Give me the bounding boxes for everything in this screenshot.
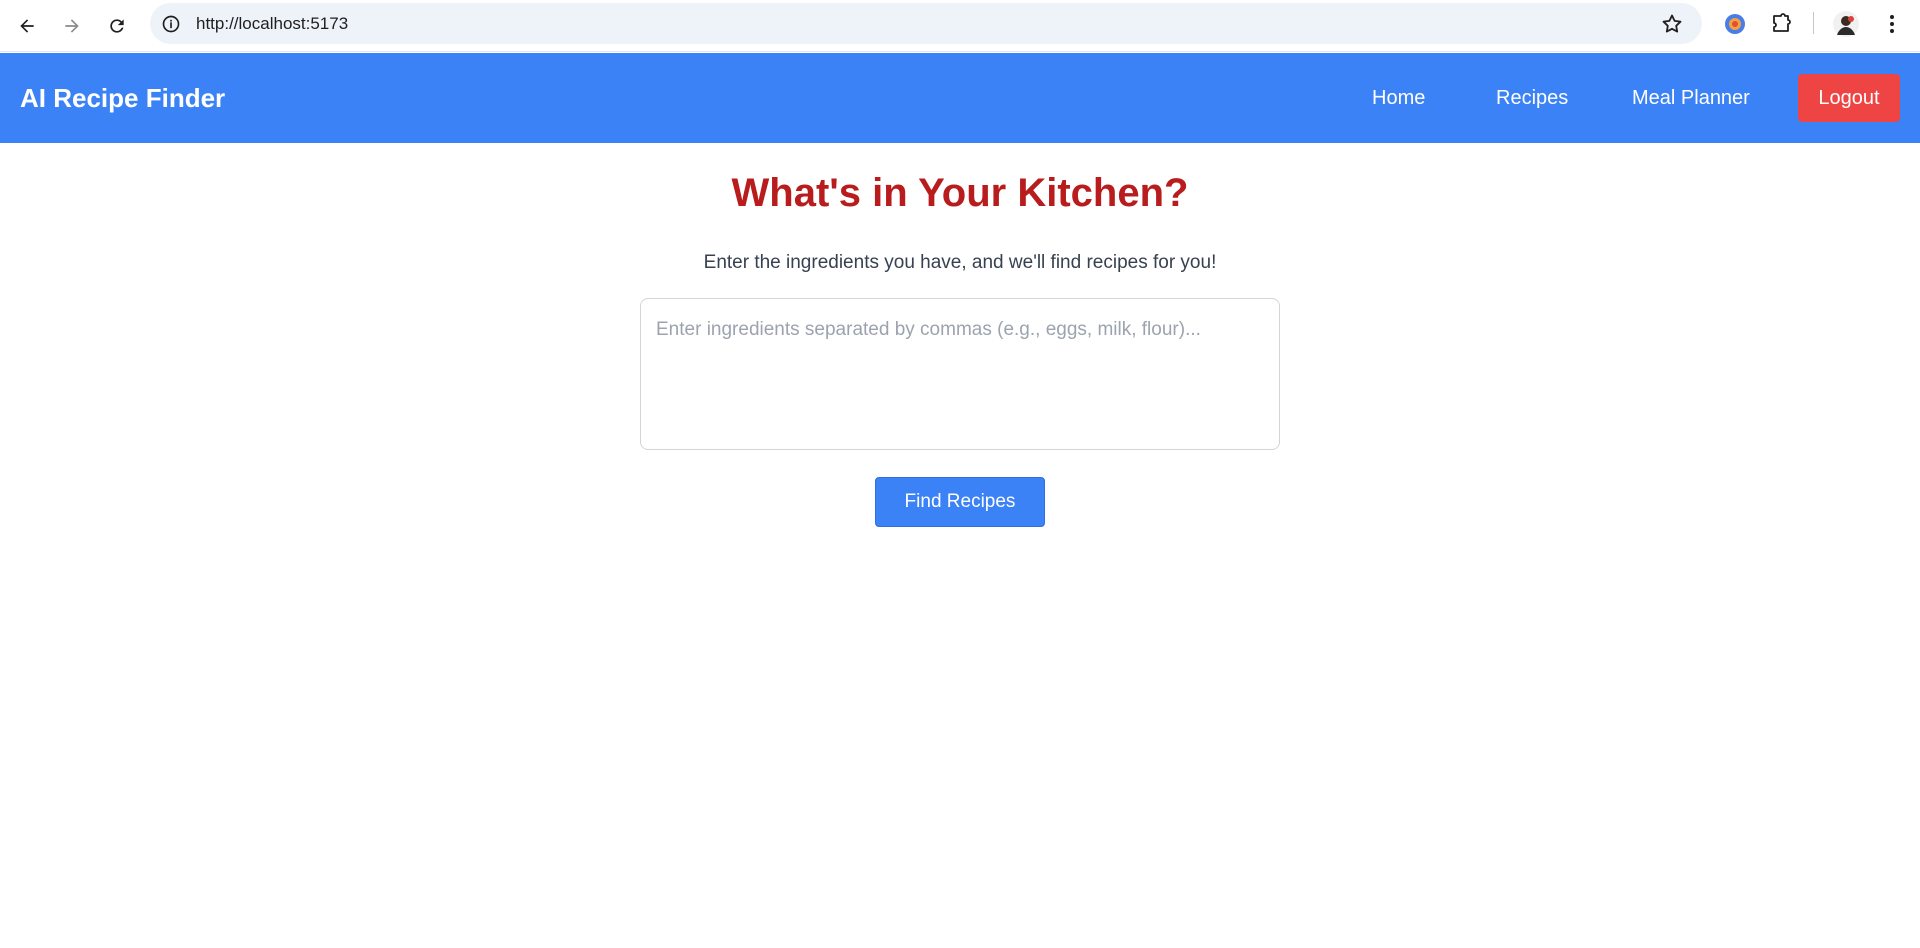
info-icon[interactable] (160, 13, 182, 35)
logout-button[interactable]: Logout (1798, 74, 1900, 122)
url-text[interactable]: http://localhost:5173 (196, 3, 348, 44)
avatar[interactable] (1832, 10, 1860, 38)
puzzle-icon[interactable] (1767, 10, 1795, 38)
toolbar-divider (1813, 12, 1814, 34)
address-bar[interactable]: http://localhost:5173 (150, 3, 1702, 44)
page-subtitle: Enter the ingredients you have, and we'l… (703, 252, 1217, 273)
browser-toolbar: http://localhost:5173 (0, 0, 1920, 52)
nav-link-meal-planner[interactable]: Meal Planner (1632, 53, 1750, 143)
back-icon[interactable] (9, 8, 45, 44)
page-title: What's in Your Kitchen? (731, 171, 1189, 215)
brand-logo[interactable]: AI Recipe Finder (20, 53, 225, 143)
more-vert-icon[interactable] (1878, 10, 1906, 38)
star-icon[interactable] (1660, 12, 1684, 36)
nav-link-home[interactable]: Home (1372, 53, 1425, 143)
forward-icon[interactable] (54, 8, 90, 44)
app-navbar: AI Recipe Finder Home Recipes Meal Plann… (0, 53, 1920, 143)
ingredients-input[interactable] (640, 298, 1280, 450)
nav-link-recipes[interactable]: Recipes (1496, 53, 1568, 143)
reload-icon[interactable] (99, 8, 135, 44)
find-recipes-button[interactable]: Find Recipes (875, 477, 1045, 527)
extension-badge-icon[interactable] (1721, 10, 1749, 38)
